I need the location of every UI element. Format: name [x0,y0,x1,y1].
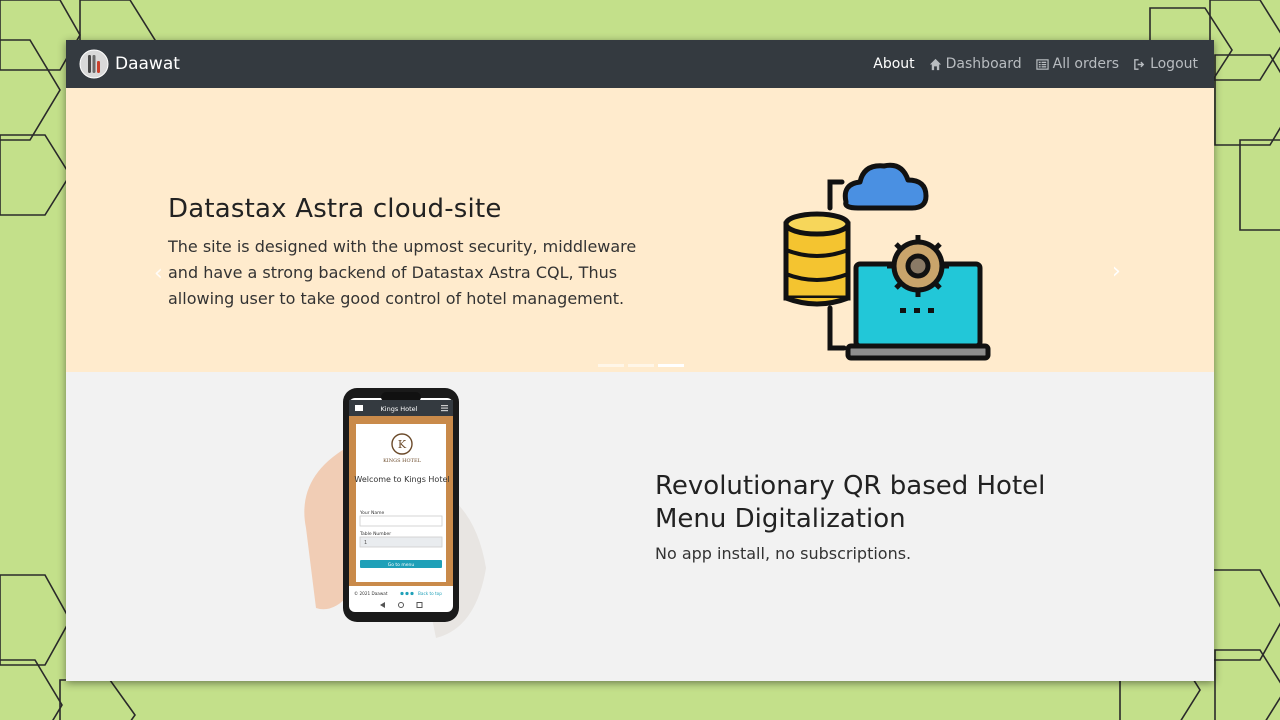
phone-go-button-label: Go to menu [388,562,415,568]
logout-icon [1134,58,1145,70]
phone-name-label: Your Name [359,510,385,516]
feature-title: Revolutionary QR based Hotel Menu Digita… [655,471,1046,534]
nav-links: About Dashboard All orders Logout [873,56,1198,72]
nav-link-all-orders[interactable]: All orders [1035,56,1120,72]
chevron-right-icon: › [1112,259,1121,284]
phone-header-title: Kings Hotel [381,405,418,413]
hero-text: The site is designed with the upmost sec… [168,237,637,308]
browser-window: Daawat About Dashboard All orders Logout… [66,40,1214,681]
home-icon [929,58,941,70]
carousel-indicators [598,364,684,367]
hero-carousel: Datastax Astra cloud-site The site is de… [66,88,1214,372]
carousel-prev-button[interactable]: ‹ [154,262,170,286]
brand-name: Daawat [115,54,180,74]
feature-section: Kings Hotel K KINGS HOTEL Welcome to Kin… [66,372,1214,681]
brand[interactable]: Daawat [79,49,180,79]
phone-table-label: Table Number [359,531,391,537]
phone-footer-link: Back to top [418,591,442,596]
cloud-database-laptop-icon [783,162,991,361]
navbar: Daawat About Dashboard All orders Logout [66,40,1214,88]
carousel-indicator-3[interactable] [658,364,684,367]
list-icon [1035,58,1049,70]
nav-link-dashboard-label: Dashboard [945,56,1022,72]
carousel-indicator-1[interactable] [598,364,624,367]
nav-link-about[interactable]: About [873,56,914,72]
hero-title: Datastax Astra cloud-site [168,194,502,224]
phone-table-value: 1 [364,540,367,546]
chevron-left-icon: ‹ [154,261,163,286]
nav-link-logout-label: Logout [1150,56,1198,72]
brand-logo-icon [79,49,109,79]
phone-footer-text: © 2021 Daawat [354,591,388,596]
phone-logo-letter: K [398,438,407,451]
carousel-next-button[interactable]: › [1112,260,1128,284]
nav-link-all-orders-label: All orders [1052,56,1120,72]
nav-link-dashboard[interactable]: Dashboard [929,56,1022,72]
nav-link-about-label: About [873,56,915,72]
phone-welcome-text: Welcome to Kings Hotel [354,475,449,484]
nav-link-logout[interactable]: Logout [1133,56,1198,72]
phone-logo-text: KINGS HOTEL [383,458,422,464]
feature-text: No app install, no subscriptions. [655,544,912,563]
phone-mockup-image: Kings Hotel K KINGS HOTEL Welcome to Kin… [304,388,486,638]
carousel-indicator-2[interactable] [628,364,654,367]
